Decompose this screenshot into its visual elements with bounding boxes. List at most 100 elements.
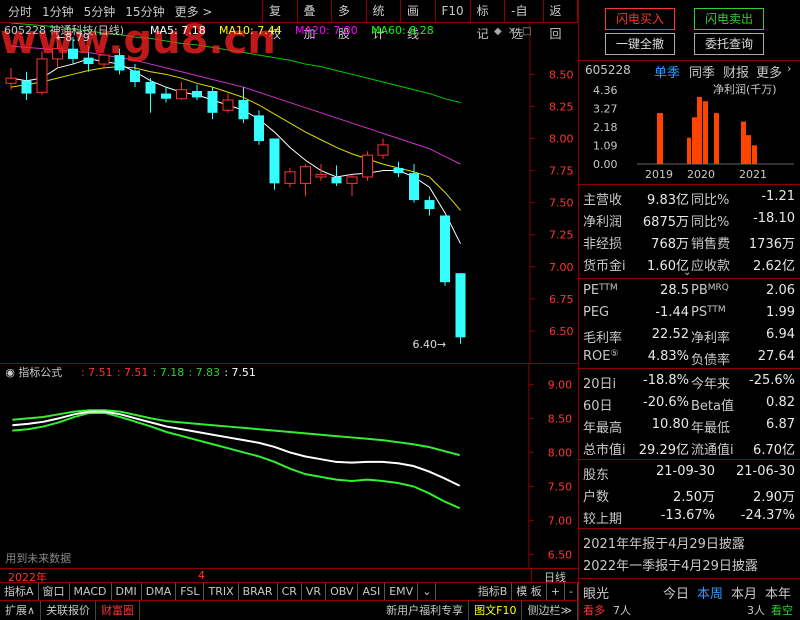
indicator-tab-7[interactable]: BRAR: [239, 583, 278, 600]
metric-value: 28.5: [660, 283, 689, 298]
indicator-tabs: 指标A 窗口 MACD DMI DMA FSL TRIX BRAR CR VR OBV ASI EMV ⌄…: [0, 582, 578, 600]
y-tick-label: 7.75: [549, 165, 574, 178]
disclosure-notice[interactable]: 2021年年报于4月29日披露: [583, 533, 745, 552]
candle: [222, 93, 234, 113]
expand-chevron-icon[interactable]: ⌄: [683, 267, 691, 278]
indicator-tab-4[interactable]: DMA: [142, 583, 177, 600]
toolbar-action-8[interactable]: 返回: [542, 0, 579, 41]
candle: [21, 71, 32, 100]
bar-year-label: 2019: [645, 168, 673, 181]
indicator-label[interactable]: ◉ 指标公式: [5, 365, 62, 379]
bear-label: 看空: [771, 604, 793, 617]
indicator-tab-2[interactable]: MACD: [70, 583, 112, 600]
metric-label: 货币金i: [583, 259, 626, 274]
toolbar-action-1[interactable]: 叠加: [296, 0, 332, 41]
holders-date: 21-06-30: [735, 464, 795, 479]
diamond-icon[interactable]: ◆: [494, 26, 502, 37]
indicator-chart[interactable]: 9.00 8.50 8.00 7.50 7.00 6.50 ◉ 指标公式: 7.51: 7…: [0, 363, 578, 568]
wealth-circle-button[interactable]: 财富圈: [96, 601, 141, 620]
toolbar-action-5[interactable]: F10: [434, 0, 470, 23]
profit-bar: [687, 137, 691, 164]
y-tick-label: 7.25: [549, 229, 574, 242]
finance-row: 20日i -18.8% 今年来 -25.6%: [579, 370, 800, 392]
profit-bar: [714, 113, 719, 164]
profit-bar: [697, 96, 702, 164]
y-tick-label: 7.00: [549, 261, 574, 274]
superscript: TTM: [599, 283, 618, 293]
toolbar-action-2[interactable]: 多股: [331, 0, 366, 41]
indicator-tab-10[interactable]: OBV: [326, 583, 359, 600]
ma-legend-0: MA5: 7.18: [150, 24, 206, 37]
period-tab-1[interactable]: 1分钟: [42, 3, 74, 20]
metric-value: 10.80: [651, 417, 689, 432]
expand-button[interactable]: 扩展∧: [0, 601, 42, 620]
metric-label: 同比%: [691, 215, 730, 230]
more-arrow-icon[interactable]: ›: [787, 62, 791, 75]
promo-link[interactable]: 新用户福利专享: [381, 601, 470, 620]
superscript: ⑤: [610, 349, 619, 359]
tab-more[interactable]: 更多: [756, 62, 782, 81]
indicator-tab-17[interactable]: -: [565, 583, 578, 600]
toolbar-action-4[interactable]: 画线: [400, 0, 435, 41]
holders-value: -13.67%: [660, 508, 715, 523]
toolbar-action-6[interactable]: 标记: [469, 0, 505, 41]
outlook-votes: 看多 7人 3人 看空: [579, 599, 800, 620]
ma-legend-3: MA60: 8.28: [371, 24, 434, 37]
ind-tick-label: 6.50: [548, 548, 572, 561]
metric-value: 6.94: [766, 327, 795, 342]
indicator-tab-1[interactable]: 窗口: [39, 583, 70, 600]
indicator-tab-16[interactable]: +: [547, 583, 566, 600]
indicator-tab-9[interactable]: VR: [302, 583, 327, 600]
toolbar-action-3[interactable]: 统计: [365, 0, 401, 41]
indicator-tab-8[interactable]: CR: [278, 583, 302, 600]
metric-value: 4.83%: [647, 349, 689, 364]
candle: [440, 215, 450, 287]
divider: [579, 459, 800, 460]
bottom-bar: 扩展∧ 关联报价 财富圈 新用户福利专享 图文F10 侧边栏≫: [0, 600, 578, 620]
sidebar-toggle[interactable]: 侧边栏≫: [522, 601, 578, 620]
order-query-button[interactable]: 委托查询: [694, 33, 764, 55]
cancel-all-button[interactable]: 一键全撤: [605, 33, 675, 55]
toolbar-action-7[interactable]: -自选: [504, 0, 542, 41]
candlestick-chart[interactable]: 8.508.258.007.757.507.257.006.756.50 www…: [0, 23, 578, 363]
metric-label: PETTM: [583, 283, 618, 298]
indicator-tab-15[interactable]: 模 板: [512, 583, 547, 600]
indicator-tab-3[interactable]: DMI: [112, 583, 142, 600]
indicator-tab-6[interactable]: TRIX: [204, 583, 239, 600]
square-icon[interactable]: □: [522, 26, 531, 37]
disclosure-notice[interactable]: 2022年一季报于4月29日披露: [583, 555, 758, 574]
candle: [455, 273, 466, 344]
indicator-tab-12[interactable]: EMV: [385, 583, 419, 600]
finance-row: PETTM 28.5 PBMRQ 2.06: [579, 280, 800, 302]
period-tab-3[interactable]: 15分钟: [125, 3, 164, 20]
candle: [192, 84, 202, 100]
indicator-tab-11[interactable]: ASI: [358, 583, 386, 600]
period-tab-0[interactable]: 分时: [8, 3, 32, 20]
ma-legend-2: MA20: 7.80: [295, 24, 358, 37]
period-tab-4[interactable]: 更多 >: [175, 3, 213, 20]
indicator-tab-0[interactable]: 指标A: [0, 583, 39, 600]
metric-value: 768万: [651, 237, 689, 252]
period-label[interactable]: 日线: [531, 569, 578, 584]
indicator-tab-5[interactable]: FSL: [176, 583, 205, 600]
tab-same-quarter[interactable]: 同季: [689, 62, 715, 81]
tabs-spacer: [436, 583, 473, 600]
tab-report[interactable]: 财报: [723, 62, 749, 81]
candle: [409, 164, 419, 203]
holders-row-label: 较上期: [583, 512, 623, 527]
metric-label: 净利润: [583, 215, 623, 230]
related-quote-button[interactable]: 关联报价: [41, 601, 97, 620]
tab-quarter[interactable]: 单季: [654, 62, 680, 81]
quick-buy-button[interactable]: 闪电买入: [605, 8, 675, 30]
toolbar-action-0[interactable]: 复权: [262, 0, 297, 41]
close-icon[interactable]: ✕: [508, 26, 516, 37]
bar-title: 净利润(千万): [713, 82, 777, 96]
period-tab-2[interactable]: 5分钟: [84, 3, 116, 20]
indicator-mid-line: [12, 410, 461, 487]
indicator-tab-14[interactable]: 指标B: [474, 583, 513, 600]
metric-value: 22.52: [651, 327, 689, 342]
quick-sell-button[interactable]: 闪电卖出: [694, 8, 764, 30]
bear-count: 3人: [747, 604, 765, 617]
f10-button[interactable]: 图文F10: [469, 601, 523, 620]
indicator-tab-13[interactable]: ⌄: [418, 583, 437, 600]
